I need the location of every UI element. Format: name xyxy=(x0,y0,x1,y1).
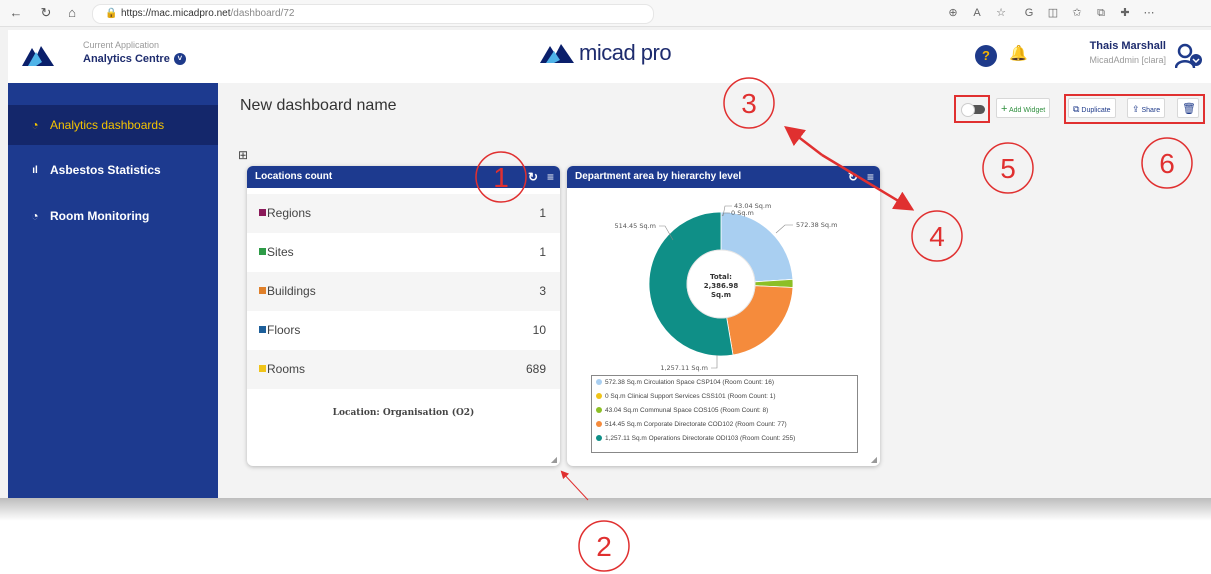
annotation-overlay: 1 2 3 4 5 6 xyxy=(475,77,1193,572)
annotation-number: 2 xyxy=(596,531,612,562)
annotation-number: 5 xyxy=(1000,153,1016,184)
annotation-number: 3 xyxy=(741,88,757,119)
arrow-3 xyxy=(784,125,823,156)
arrow-2 xyxy=(560,470,589,501)
annotation-number: 4 xyxy=(929,221,945,252)
arrow-4 xyxy=(821,153,915,211)
annotation-number: 1 xyxy=(493,162,509,193)
annotation-number: 6 xyxy=(1159,148,1175,179)
